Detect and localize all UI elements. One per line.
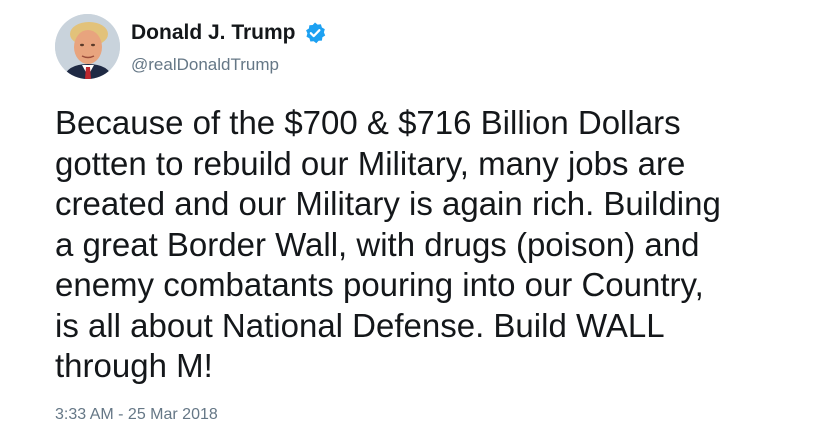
tweet-text: Because of the $700 & $716 Billion Dolla… [55,103,815,387]
tweet-text-line: created and our Military is again rich. … [55,185,721,222]
tweet-text-line: is all about National Defense. Build WAL… [55,306,665,344]
tweet-text-line: Because of the $700 & $716 Billion Dolla… [55,104,681,141]
avatar[interactable] [55,14,120,79]
tweet-text-line: enemy combatants pouring into our Countr… [55,266,704,303]
avatar-image [55,14,120,79]
user-handle[interactable]: @realDonaldTrump [131,54,279,76]
tweet-text-line: through M! [55,347,213,384]
verified-badge-icon [303,21,327,45]
tweet-text-line: gotten to rebuild our Military, many job… [55,144,686,182]
tweet-text-line: a great Border Wall, with drugs (poison)… [55,225,700,263]
tweet-timestamp[interactable]: 3:33 AM - 25 Mar 2018 [55,404,218,426]
tweet-card: Donald J. Trump @realDonaldTrump Because… [0,0,835,440]
display-name[interactable]: Donald J. Trump [131,20,327,46]
display-name-text: Donald J. Trump [131,21,296,44]
